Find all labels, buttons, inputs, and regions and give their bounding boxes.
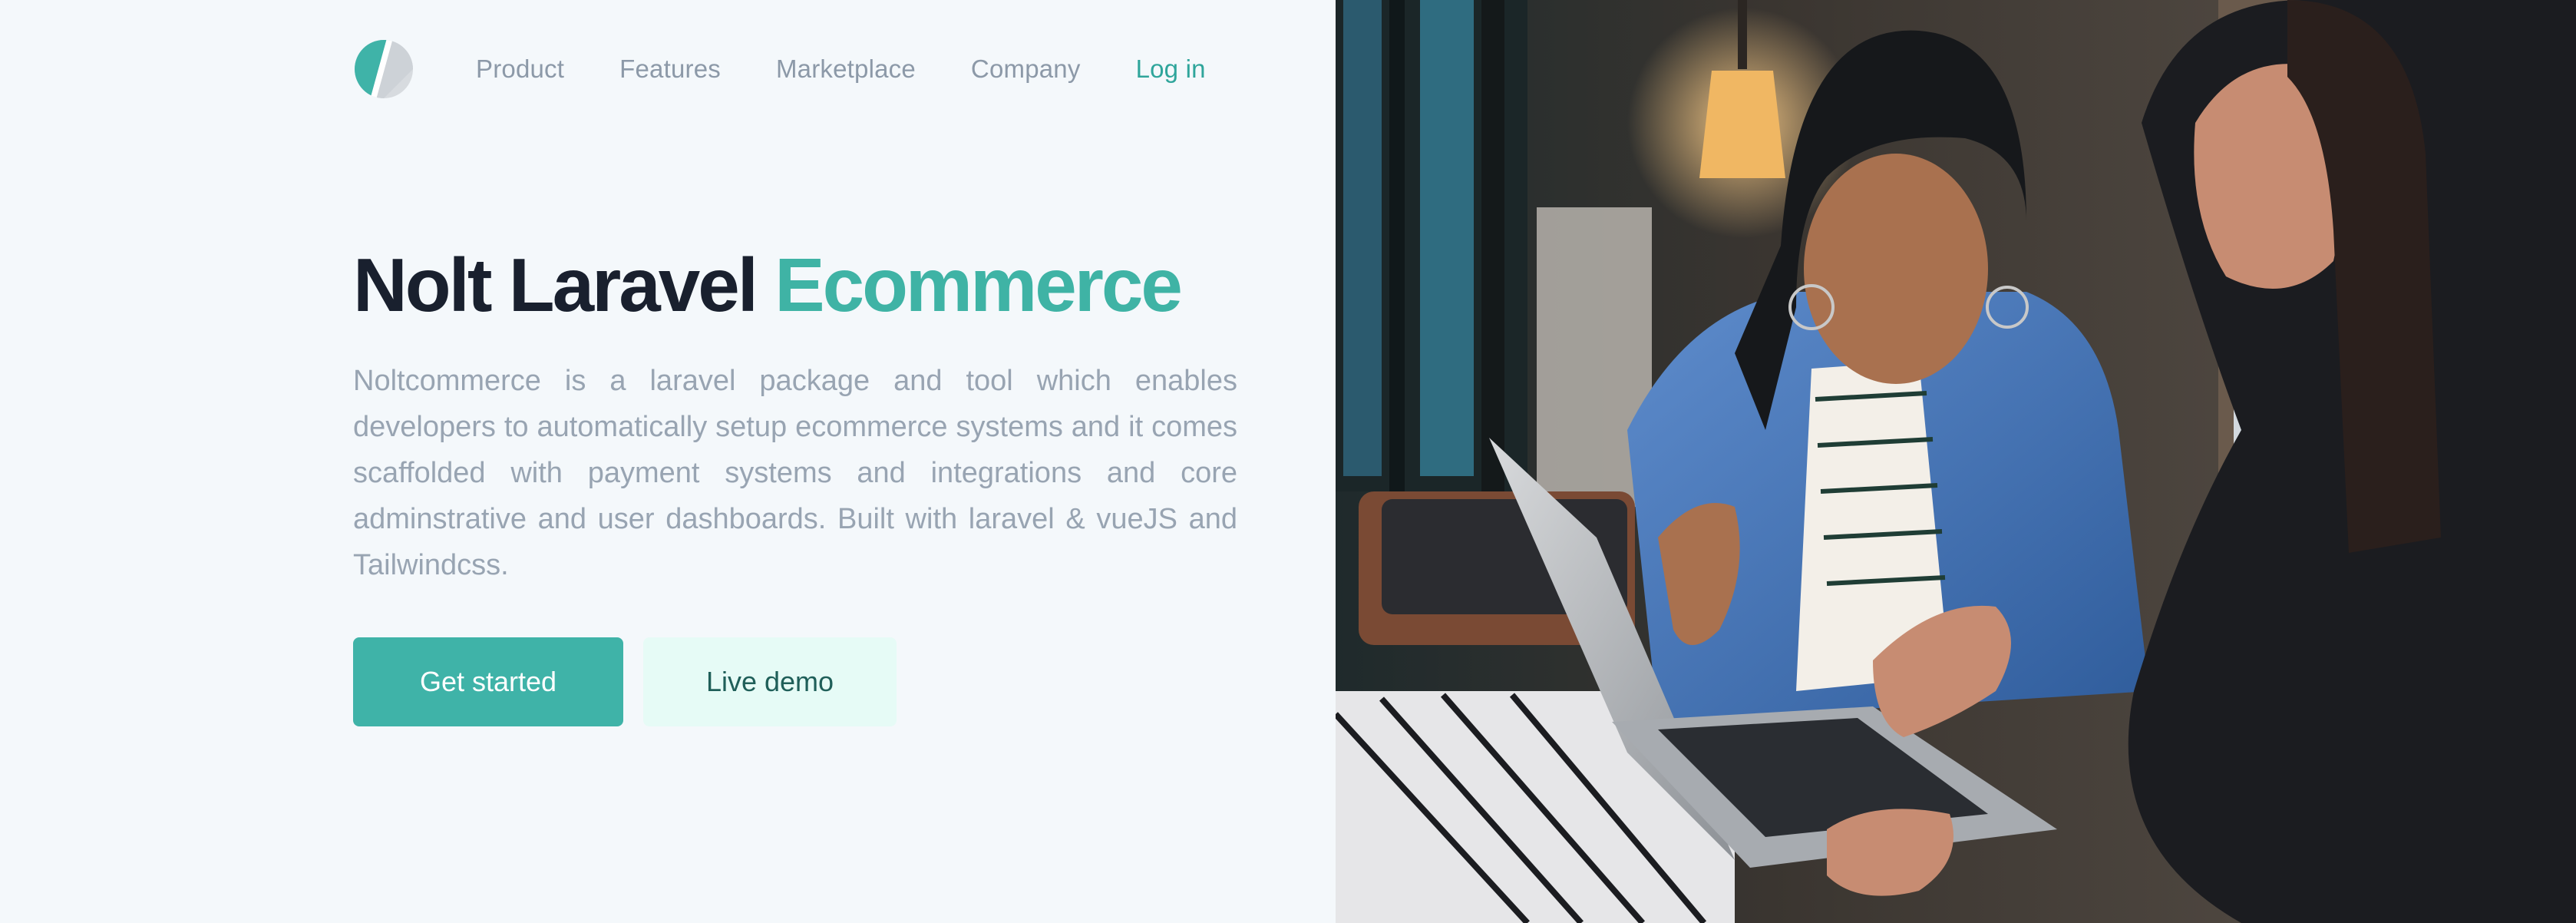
nav-link-marketplace[interactable]: Marketplace <box>776 55 916 84</box>
hero-title-accent: Ecommerce <box>774 243 1183 327</box>
nav-links: Product Features Marketplace Company Log… <box>476 55 1206 84</box>
nav-link-product[interactable]: Product <box>476 55 564 84</box>
main-navigation: Product Features Marketplace Company Log… <box>353 38 1206 100</box>
nav-link-company[interactable]: Company <box>971 55 1081 84</box>
live-demo-button[interactable]: Live demo <box>643 637 897 726</box>
hero-description: Noltcommerce is a laravel package and to… <box>353 365 1237 581</box>
hero-photo <box>1336 0 2576 923</box>
hero-title: Nolt Laravel Ecommerce <box>353 243 1183 327</box>
hero-title-main: Nolt Laravel <box>353 243 775 327</box>
login-link[interactable]: Log in <box>1136 55 1206 84</box>
hero-photo-illustration <box>1336 0 2576 923</box>
get-started-button[interactable]: Get started <box>353 637 623 726</box>
hero-content-panel: Product Features Marketplace Company Log… <box>0 0 1336 923</box>
nav-link-features[interactable]: Features <box>619 55 721 84</box>
nolt-logo-icon[interactable] <box>353 38 414 100</box>
